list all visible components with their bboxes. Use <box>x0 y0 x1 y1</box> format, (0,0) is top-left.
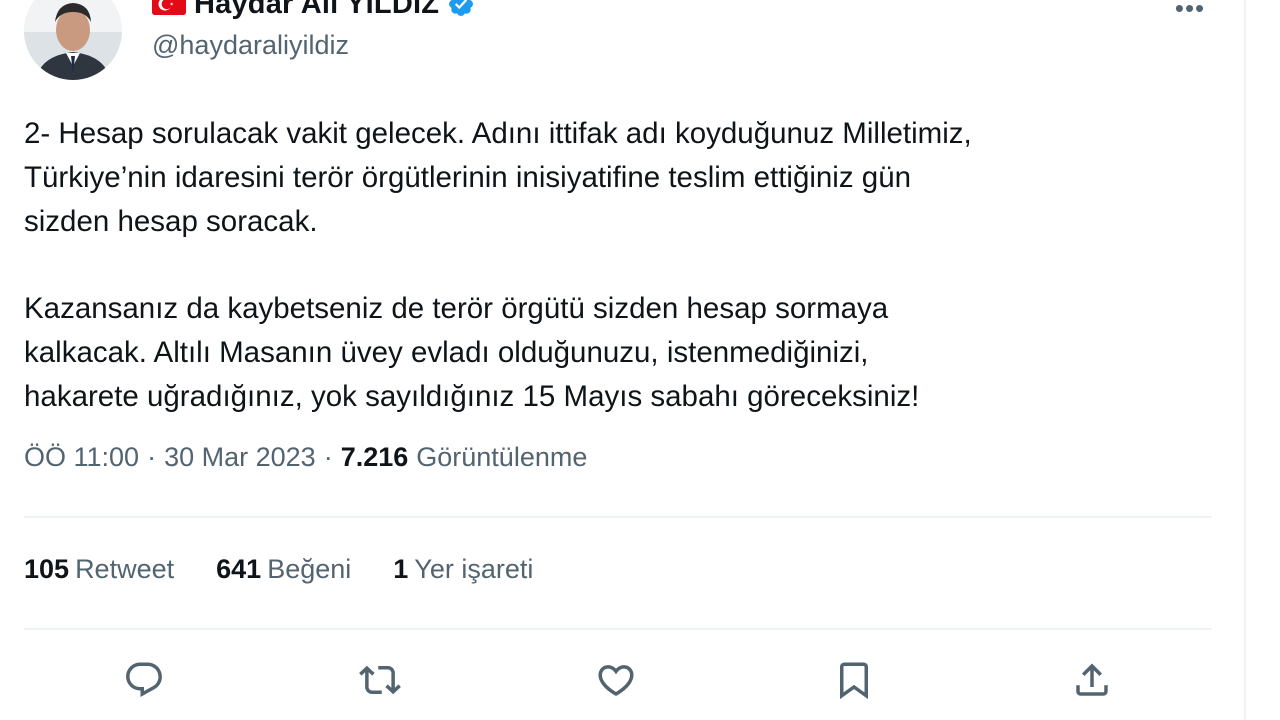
tweet-date-link[interactable]: 30 Mar 2023 <box>164 442 316 473</box>
tweet-paragraph: Kazansanız da kaybetseniz de terör örgüt… <box>24 292 920 413</box>
meta-separator: · <box>147 442 157 472</box>
profile-photo-icon <box>24 0 122 80</box>
tweet-detail-view: Haydar Ali YILDIZ @haydaraliyildiz ••• 2… <box>0 0 1280 720</box>
share-button[interactable] <box>1064 652 1120 708</box>
bookmark-icon <box>840 662 868 700</box>
tweet-meta: ÖÖ 11:00 · 30 Mar 2023 · 7.216 Görüntüle… <box>24 442 587 473</box>
author-handle[interactable]: @haydaraliyildiz <box>152 30 349 61</box>
tweet-paragraph: 2- Hesap sorulacak vakit gelecek. Adını … <box>24 117 972 238</box>
bookmarks-label: Yer işareti <box>414 554 534 584</box>
author-display-name[interactable]: Haydar Ali YILDIZ <box>194 0 439 21</box>
tweet-action-bar <box>96 652 1156 708</box>
views-label: Görüntülenme <box>416 442 588 472</box>
likes-label: Beğeni <box>267 554 352 584</box>
likes-count: 641 <box>216 554 262 584</box>
tweet-time-link[interactable]: ÖÖ 11:00 <box>24 442 139 473</box>
more-dots-icon: ••• <box>1174 0 1206 23</box>
more-options-button[interactable]: ••• <box>1168 0 1212 26</box>
avatar[interactable] <box>24 0 122 80</box>
share-icon <box>1076 663 1108 696</box>
bookmarks-count: 1 <box>393 554 409 584</box>
retweets-stat[interactable]: 105 Retweet <box>24 554 174 585</box>
verified-badge-icon <box>447 0 475 18</box>
divider <box>24 628 1212 630</box>
bookmark-button[interactable] <box>826 652 882 708</box>
like-icon <box>598 665 634 697</box>
retweet-button[interactable] <box>352 652 408 708</box>
retweet-icon <box>359 665 401 695</box>
tweet-stats: 105 Retweet 641 Beğeni 1 Yer işareti <box>24 554 575 585</box>
meta-separator: · <box>323 442 333 472</box>
reply-button[interactable] <box>116 652 172 708</box>
reply-icon <box>126 662 162 697</box>
turkey-flag-icon <box>152 0 186 15</box>
likes-stat[interactable]: 641 Beğeni <box>216 554 351 585</box>
tweet-text: 2- Hesap sorulacak vakit gelecek. Adını … <box>24 112 1234 419</box>
column-border <box>1244 0 1246 720</box>
bookmarks-stat[interactable]: 1 Yer işareti <box>393 554 533 585</box>
retweets-label: Retweet <box>75 554 175 584</box>
author-name-row[interactable]: Haydar Ali YILDIZ <box>152 0 475 22</box>
divider <box>24 516 1212 518</box>
like-button[interactable] <box>588 652 644 708</box>
retweets-count: 105 <box>24 554 70 584</box>
views-count: 7.216 <box>340 442 409 472</box>
